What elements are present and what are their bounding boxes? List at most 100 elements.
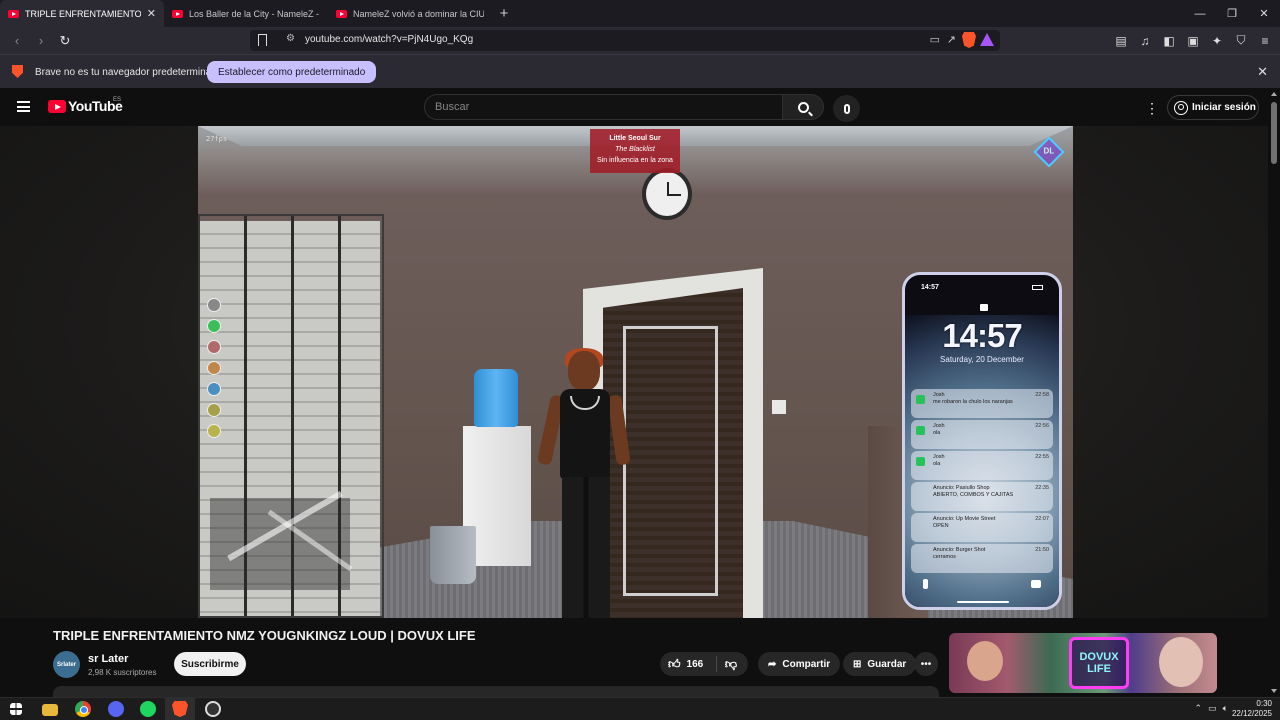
notification-time: 21:50 xyxy=(1035,547,1049,553)
tab-los-baller[interactable]: Los Baller de la City - NameleZ - You xyxy=(164,0,328,27)
dislike-button[interactable]: 👎︎ xyxy=(722,656,740,672)
windows-start-icon[interactable] xyxy=(10,703,22,715)
window-close-icon[interactable]: ✕ xyxy=(1248,0,1280,27)
bookmark-icon[interactable] xyxy=(258,34,267,46)
chrome-icon[interactable] xyxy=(75,701,91,717)
brave-rewards-icon[interactable] xyxy=(980,33,994,46)
notification-item: Josh ola 22:55 xyxy=(911,451,1053,480)
system-clock[interactable]: 0:30 22/12/2025 xyxy=(1232,699,1272,719)
tab-namelez-volvio[interactable]: NameleZ volvió a dominar la CIUDAD xyxy=(328,0,492,27)
more-actions-button[interactable]: ••• xyxy=(914,652,938,676)
subscribe-button[interactable]: Suscribirme xyxy=(174,652,246,676)
lock-icon xyxy=(980,304,988,311)
guide-menu-icon[interactable] xyxy=(17,101,30,112)
notification-body: ABIERTO, COMBOS Y CAJITAS xyxy=(933,492,1014,498)
brave-shields-icon[interactable] xyxy=(962,32,976,48)
site-settings-icon[interactable]: ⚙ xyxy=(286,33,295,44)
youtube-logo-icon[interactable] xyxy=(48,100,66,113)
channel-name[interactable]: sr Later xyxy=(88,653,128,665)
character-head xyxy=(568,351,600,391)
sign-in-button[interactable]: Iniciar sesión xyxy=(1167,95,1259,120)
file-explorer-icon[interactable] xyxy=(42,704,58,716)
network-icon[interactable]: ▭ xyxy=(1208,703,1217,714)
thumbs-up-icon: 👍︎ xyxy=(668,656,681,671)
video-player[interactable]: 27fps Little Seoul Sur The Blacklist Sin… xyxy=(0,126,1268,618)
save-button[interactable]: ⊞ Guardar xyxy=(843,652,917,676)
notification-title: Josh xyxy=(933,454,945,460)
notification-body: cerramos xyxy=(933,554,956,560)
share-page-icon[interactable]: ↗ xyxy=(947,33,956,46)
share-button[interactable]: ➦ Compartir xyxy=(758,652,841,676)
notification-title: Josh xyxy=(933,423,945,429)
youtube-favicon-icon xyxy=(336,9,347,18)
vpn-icon[interactable]: ⛉ xyxy=(1234,33,1248,48)
obs-icon[interactable] xyxy=(205,701,221,717)
restore-icon[interactable]: ❐ xyxy=(1216,0,1248,27)
voice-icon xyxy=(207,298,221,312)
leo-ai-icon[interactable]: ✦ xyxy=(1210,34,1224,48)
window-controls: — ❐ ✕ xyxy=(1184,0,1280,27)
banner-message: Brave no es tu navegador predeterminado xyxy=(35,67,223,78)
stamina-icon xyxy=(207,424,221,438)
tab-label: TRIPLE ENFRENTAMIENTO NMZ xyxy=(25,8,141,19)
tab-label: Los Baller de la City - NameleZ - You xyxy=(189,8,320,19)
notification-time: 22:35 xyxy=(1035,485,1049,491)
sidebar-icon[interactable]: ◧ xyxy=(1162,34,1176,48)
new-tab-button[interactable]: + xyxy=(492,0,516,27)
spotify-icon[interactable] xyxy=(140,701,156,717)
notification-title: Anuncio: Burger Shot xyxy=(933,547,986,553)
notification-time: 22:56 xyxy=(1035,423,1049,429)
discord-icon[interactable] xyxy=(108,701,124,717)
browser-tab-strip: TRIPLE ENFRENTAMIENTO NMZ ✕ Los Baller d… xyxy=(0,0,1280,27)
toolbar-right-icons: ▤ ♫ ◧ ▣ ✦ ⛉ ≡ xyxy=(1114,27,1272,54)
page-scrollbar[interactable] xyxy=(1268,88,1280,697)
set-default-button[interactable]: Establecer como predeterminado xyxy=(207,61,377,83)
character-legs xyxy=(562,477,610,618)
cast-icon[interactable]: ▭ xyxy=(930,33,940,46)
description-box[interactable] xyxy=(53,686,939,697)
notification-title: Anuncio: Pasiullo Shop xyxy=(933,485,990,491)
settings-menu-icon[interactable]: ⋮ xyxy=(1145,100,1159,117)
like-button[interactable]: 👍︎ 166 xyxy=(668,656,713,672)
reader-mode-icon[interactable]: ▤ xyxy=(1114,34,1128,48)
video-title: TRIPLE ENFRENTAMIENTO NMZ YOUGNKINGZ LOU… xyxy=(53,628,476,643)
scroll-up-icon[interactable] xyxy=(1271,92,1277,96)
battery-icon xyxy=(1032,285,1043,290)
water-bottle xyxy=(474,369,518,427)
close-tab-icon[interactable]: ✕ xyxy=(147,7,156,20)
back-icon[interactable]: ‹ xyxy=(6,30,28,52)
related-video-thumbnail[interactable]: DOVUX LIFE xyxy=(949,633,1217,693)
youtube-header: YouTube ES Buscar ⋮ Iniciar sesión xyxy=(0,88,1268,126)
search-input[interactable]: Buscar xyxy=(424,94,782,120)
media-icon[interactable]: ♫ xyxy=(1138,34,1152,48)
channel-avatar[interactable]: Srlater xyxy=(53,651,80,678)
volume-icon[interactable]: 🔈︎ xyxy=(1223,703,1228,714)
wallet-icon[interactable]: ▣ xyxy=(1186,34,1200,48)
forward-icon[interactable]: › xyxy=(30,30,52,52)
tab-triple-enfrentamiento[interactable]: TRIPLE ENFRENTAMIENTO NMZ ✕ xyxy=(0,0,164,27)
url-text[interactable]: youtube.com/watch?v=PjN4Ugo_KQg xyxy=(305,34,473,45)
tray-chevron-icon[interactable]: ⌃ xyxy=(1195,703,1203,714)
address-bar[interactable]: ⚙ youtube.com/watch?v=PjN4Ugo_KQg ▭ ↗ xyxy=(250,30,1000,51)
menu-icon[interactable]: ≡ xyxy=(1258,34,1272,48)
health-icon xyxy=(207,319,221,333)
zone-info: Little Seoul Sur The Blacklist Sin influ… xyxy=(590,129,680,173)
scroll-down-icon[interactable] xyxy=(1271,689,1277,693)
dovux-logo-text: DOVUX LIFE xyxy=(1079,651,1119,675)
thirst-icon xyxy=(207,382,221,396)
brave-browser-icon[interactable] xyxy=(172,701,188,717)
notification-body: me robaron la chulo los naranjas xyxy=(933,399,1013,405)
notification-title: Josh xyxy=(933,392,945,398)
video-frame[interactable]: 27fps Little Seoul Sur The Blacklist Sin… xyxy=(198,126,1073,618)
minimap xyxy=(210,490,353,590)
reload-icon[interactable]: ↻ xyxy=(54,30,76,52)
windows-taskbar: ⌃ ▭ 🔈︎ 0:30 22/12/2025 xyxy=(0,697,1280,720)
voice-search-button[interactable] xyxy=(833,95,860,122)
notification-time: 22:55 xyxy=(1035,454,1049,460)
minimize-icon[interactable]: — xyxy=(1184,0,1216,27)
notification-body: ola xyxy=(933,430,941,436)
phone-home-bar xyxy=(957,601,1009,603)
search-button[interactable] xyxy=(782,94,824,120)
banner-close-icon[interactable]: ✕ xyxy=(1257,64,1268,80)
scrollbar-thumb[interactable] xyxy=(1271,102,1277,164)
